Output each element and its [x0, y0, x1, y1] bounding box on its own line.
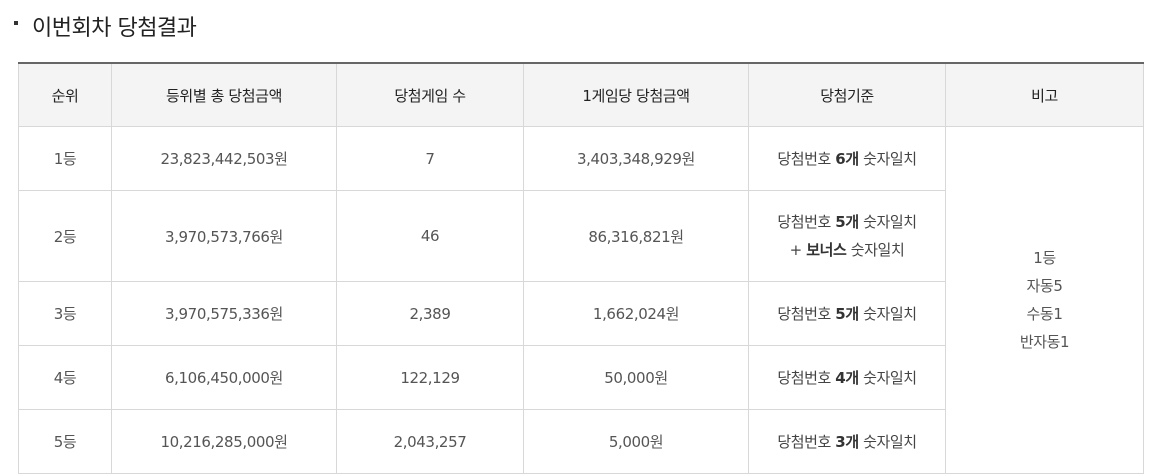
- section-heading: 이번회차 당첨결과: [14, 10, 197, 42]
- criteria-cell: 당첨번호 5개 숫자일치 + 보너스 숫자일치: [748, 190, 946, 282]
- winner-count-cell: 2,043,257: [336, 409, 524, 474]
- section-title: 이번회차 당첨결과: [32, 16, 197, 41]
- prize-per-game-cell: 86,316,821원: [523, 190, 749, 282]
- bullet-icon: [14, 21, 18, 25]
- winner-count-cell: 2,389: [336, 281, 524, 346]
- criteria-cell: 당첨번호 4개 숫자일치: [748, 345, 946, 410]
- note-cell: 1등 자동5 수동1 반자동1: [945, 126, 1144, 474]
- results-table: 순위 등위별 총 당첨금액 당첨게임 수 1게임당 당첨금액 당첨기준 비고 1…: [18, 62, 1144, 474]
- rank-cell: 4등: [18, 345, 112, 410]
- total-prize-cell: 23,823,442,503원: [111, 126, 337, 191]
- criteria-cell: 당첨번호 6개 숫자일치: [748, 126, 946, 191]
- criteria-cell: 당첨번호 5개 숫자일치: [748, 281, 946, 346]
- total-prize-cell: 10,216,285,000원: [111, 409, 337, 474]
- header-note: 비고: [945, 62, 1144, 127]
- criteria-cell: 당첨번호 3개 숫자일치: [748, 409, 946, 474]
- winner-count-cell: 7: [336, 126, 524, 191]
- note-line: 수동1: [1026, 305, 1063, 323]
- total-prize-cell: 3,970,575,336원: [111, 281, 337, 346]
- prize-per-game-cell: 1,662,024원: [523, 281, 749, 346]
- winner-count-cell: 46: [336, 190, 524, 282]
- total-prize-cell: 3,970,573,766원: [111, 190, 337, 282]
- header-winner-count: 당첨게임 수: [336, 62, 524, 127]
- table-header-row: 순위 등위별 총 당첨금액 당첨게임 수 1게임당 당첨금액 당첨기준 비고: [18, 62, 1144, 127]
- rank-cell: 2등: [18, 190, 112, 282]
- header-rank: 순위: [18, 62, 112, 127]
- note-line: 1등: [1033, 249, 1056, 267]
- header-criteria: 당첨기준: [748, 62, 946, 127]
- prize-per-game-cell: 5,000원: [523, 409, 749, 474]
- note-line: 반자동1: [1019, 333, 1070, 351]
- rank-cell: 1등: [18, 126, 112, 191]
- winner-count-cell: 122,129: [336, 345, 524, 410]
- rank-cell: 3등: [18, 281, 112, 346]
- header-total-prize: 등위별 총 당첨금액: [111, 62, 337, 127]
- prize-per-game-cell: 50,000원: [523, 345, 749, 410]
- rank-cell: 5등: [18, 409, 112, 474]
- note-line: 자동5: [1026, 277, 1063, 295]
- prize-per-game-cell: 3,403,348,929원: [523, 126, 749, 191]
- table-row: 1등 23,823,442,503원 7 3,403,348,929원 당첨번호…: [18, 126, 1144, 474]
- total-prize-cell: 6,106,450,000원: [111, 345, 337, 410]
- header-prize-per-game: 1게임당 당첨금액: [523, 62, 749, 127]
